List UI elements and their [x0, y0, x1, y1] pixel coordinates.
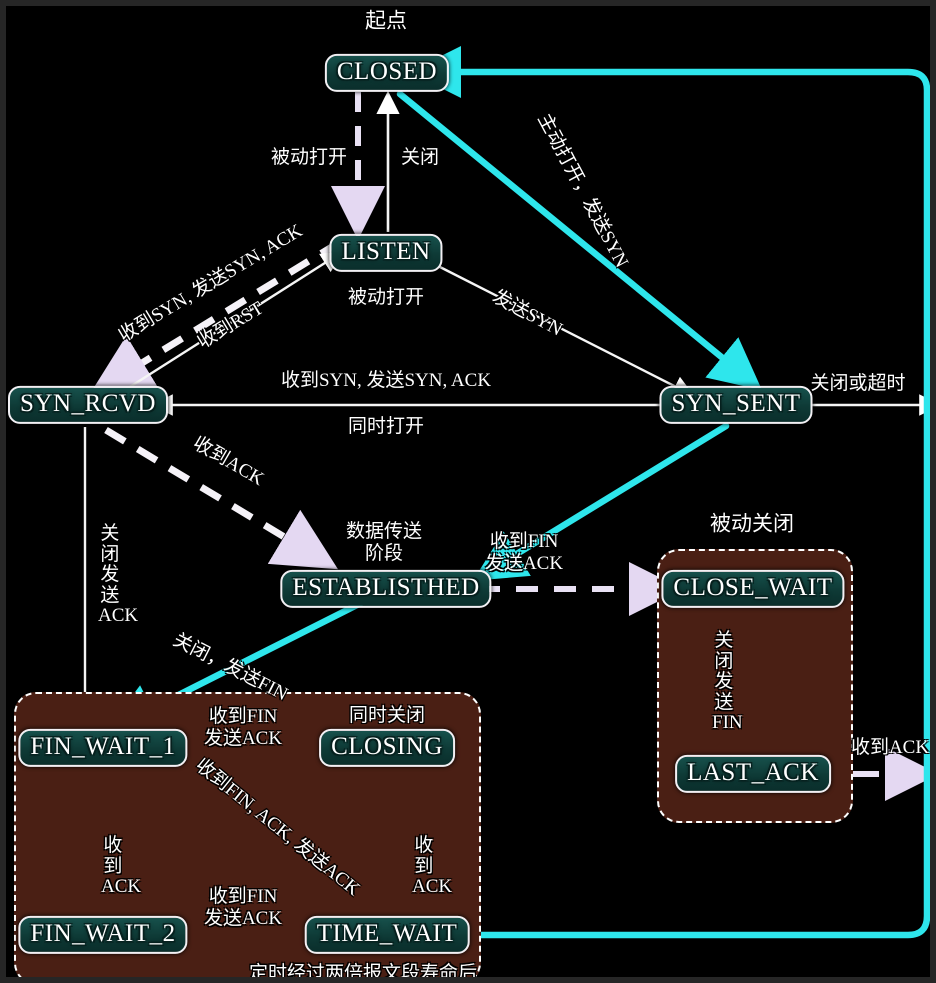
node-label: CLOSED	[336, 57, 438, 85]
node-label: SYN_RCVD	[20, 389, 156, 417]
state-node-syn-sent[interactable]: SYN_SENT	[659, 385, 813, 425]
node-label: CLOSING	[331, 732, 443, 760]
state-node-syn-rcvd[interactable]: SYN_RCVD	[8, 385, 168, 425]
state-node-time-wait[interactable]: TIME_WAIT	[304, 915, 470, 955]
label-fin-wait-2-to-time-wait-line1: 收到FIN	[208, 886, 278, 907]
label-closing-caption: 同时关闭	[348, 704, 426, 726]
node-label: FIN_WAIT_1	[30, 732, 176, 760]
node-label: LISTEN	[341, 237, 431, 265]
label-fin-wait-1-to-closing-line1: 收到FIN	[208, 706, 278, 727]
state-node-closed[interactable]: CLOSED	[324, 53, 450, 93]
node-label: CLOSE_WAIT	[673, 573, 833, 601]
state-node-fin-wait-1[interactable]: FIN_WAIT_1	[18, 728, 188, 768]
tcp-state-diagram: CLOSED LISTEN SYN_RCVD SYN_SENT ESTABLIS…	[0, 0, 936, 983]
label-closed-to-listen: 被动打开	[270, 146, 348, 168]
node-label: TIME_WAIT	[316, 919, 458, 947]
state-node-fin-wait-2[interactable]: FIN_WAIT_2	[18, 915, 188, 955]
label-fin-wait-1-to-closing-line2: 发送ACK	[203, 728, 283, 750]
label-time-wait-to-closed: 定时经过两倍报文段寿命后	[248, 962, 478, 983]
label-fin-wait-1-to-fin-wait-2: 收到ACK	[101, 835, 142, 898]
label-start: 起点	[365, 8, 407, 33]
node-label: LAST_ACK	[687, 758, 819, 786]
label-established-to-close-wait: 收到FIN 发送ACK	[485, 531, 563, 576]
label-syn-rcvd-to-fin-wait-1: 关闭发送ACK	[98, 523, 139, 627]
state-node-closing[interactable]: CLOSING	[319, 728, 455, 768]
node-label: FIN_WAIT_2	[30, 919, 176, 947]
label-closing-to-time-wait: 收到ACK	[412, 835, 453, 898]
label-passive-close-group: 被动关闭	[710, 511, 794, 536]
label-established-to-close-wait-line2: 发送ACK	[484, 553, 564, 575]
label-syn-sent-close-timeout: 关闭或超时	[810, 372, 906, 394]
label-syn-sent-to-syn-rcvd-top: 收到SYN, 发送SYN, ACK	[280, 369, 492, 391]
state-node-listen[interactable]: LISTEN	[329, 233, 443, 273]
state-node-last-ack[interactable]: LAST_ACK	[675, 754, 831, 794]
node-label: SYN_SENT	[671, 389, 801, 417]
state-node-close-wait[interactable]: CLOSE_WAIT	[661, 569, 845, 609]
label-syn-rcvd-to-listen: 收到RST	[194, 297, 268, 354]
label-established-to-close-wait-line1: 收到FIN	[489, 531, 559, 552]
label-fin-wait-2-to-time-wait-line2: 发送ACK	[203, 908, 283, 930]
state-node-established[interactable]: ESTABLISTHED	[280, 569, 492, 609]
label-listen-caption: 被动打开	[347, 286, 425, 308]
label-last-ack-to-closed: 收到ACK	[850, 736, 930, 758]
label-data-transfer-line1: 数据传送	[346, 521, 423, 542]
label-fin-wait-1-to-closing: 收到FIN 发送ACK	[204, 706, 282, 751]
label-syn-rcvd-to-established: 收到ACK	[189, 432, 268, 491]
label-data-transfer-line2: 阶段	[365, 543, 404, 565]
label-listen-to-closed: 关闭	[400, 146, 440, 168]
label-close-wait-to-last-ack: 关闭发送FIN	[712, 630, 743, 734]
label-data-transfer: 数据传送 阶段	[346, 521, 422, 566]
label-fin-wait-2-to-time-wait: 收到FIN 发送ACK	[204, 886, 282, 931]
node-label: ESTABLISTHED	[292, 573, 480, 601]
label-listen-to-syn-sent: 发送SYN	[488, 286, 566, 341]
label-syn-sent-to-syn-rcvd-bottom: 同时打开	[347, 415, 425, 437]
label-closed-to-syn-sent: 主动打开，发送SYN	[533, 110, 633, 272]
